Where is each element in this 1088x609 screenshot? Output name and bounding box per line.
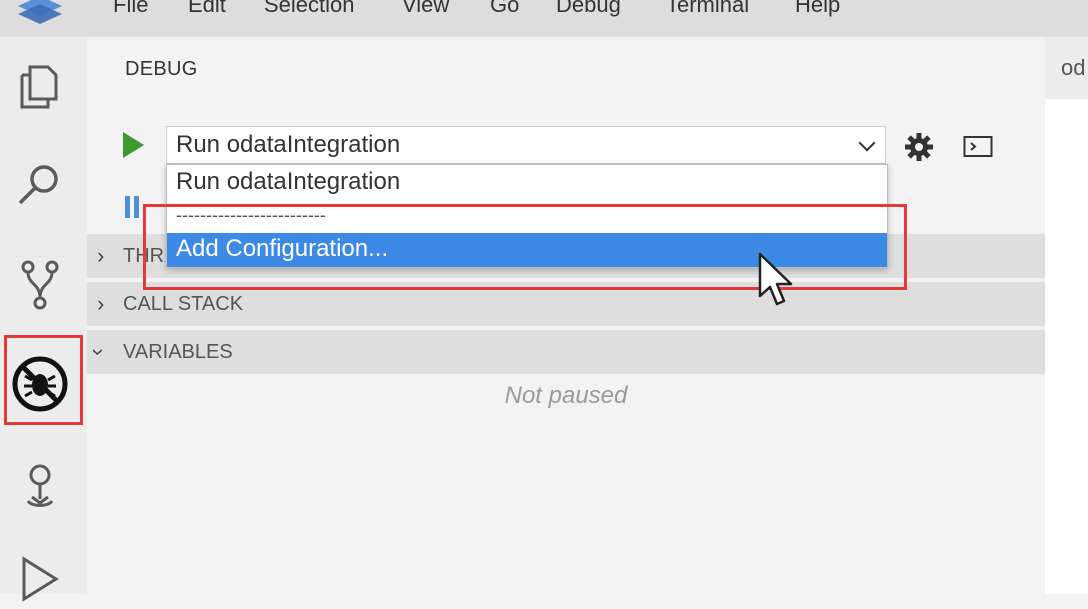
menu-edit[interactable]: Edit — [188, 0, 226, 18]
start-debugging-button[interactable] — [123, 132, 144, 158]
menu-help[interactable]: Help — [795, 0, 840, 18]
activity-bar — [0, 37, 87, 602]
menu-go[interactable]: Go — [490, 0, 519, 18]
explorer-icon[interactable] — [10, 55, 70, 115]
pause-icon[interactable] — [125, 196, 141, 218]
editor-tab[interactable]: od — [1061, 55, 1085, 81]
variables-section-label: VARIABLES — [123, 341, 233, 363]
search-icon[interactable] — [10, 155, 70, 215]
gear-icon[interactable] — [903, 131, 935, 163]
menu-terminal[interactable]: Terminal — [666, 0, 749, 18]
source-control-icon[interactable] — [10, 255, 70, 315]
editor-area: od — [1045, 37, 1088, 594]
debug-configuration-value: Run odataIntegration — [176, 131, 401, 158]
dropdown-option-run-odataintegration[interactable]: Run odataIntegration — [167, 165, 887, 198]
menu-view[interactable]: View — [402, 0, 449, 18]
app-logo-icon — [18, 0, 62, 24]
debug-console-icon[interactable] — [963, 134, 993, 160]
menu-selection[interactable]: Selection — [264, 0, 355, 18]
chevron-right-icon: › — [97, 291, 105, 316]
chevron-down-icon: › — [86, 348, 112, 356]
chevron-right-icon: › — [97, 243, 105, 268]
menu-debug[interactable]: Debug — [556, 0, 621, 18]
variables-empty-message: Not paused — [504, 382, 628, 409]
menu-file[interactable]: File — [113, 0, 148, 18]
menu-bar: File Edit Selection View Go Debug Termin… — [0, 0, 1088, 37]
remote-icon[interactable] — [10, 457, 70, 517]
sidebar-title: DEBUG — [125, 58, 198, 80]
debug-icon-highlight — [4, 335, 83, 425]
run-icon[interactable] — [10, 549, 70, 609]
mouse-cursor-icon — [758, 252, 793, 306]
chevron-down-icon — [858, 134, 876, 152]
debug-configuration-select[interactable]: Run odataIntegration — [166, 126, 886, 164]
variables-section-header[interactable]: › VARIABLES — [87, 330, 1045, 374]
editor-tab-bar: od — [1045, 37, 1088, 99]
debug-sidebar: DEBUG Run odataIntegration › THR › CALL — [87, 37, 1045, 594]
